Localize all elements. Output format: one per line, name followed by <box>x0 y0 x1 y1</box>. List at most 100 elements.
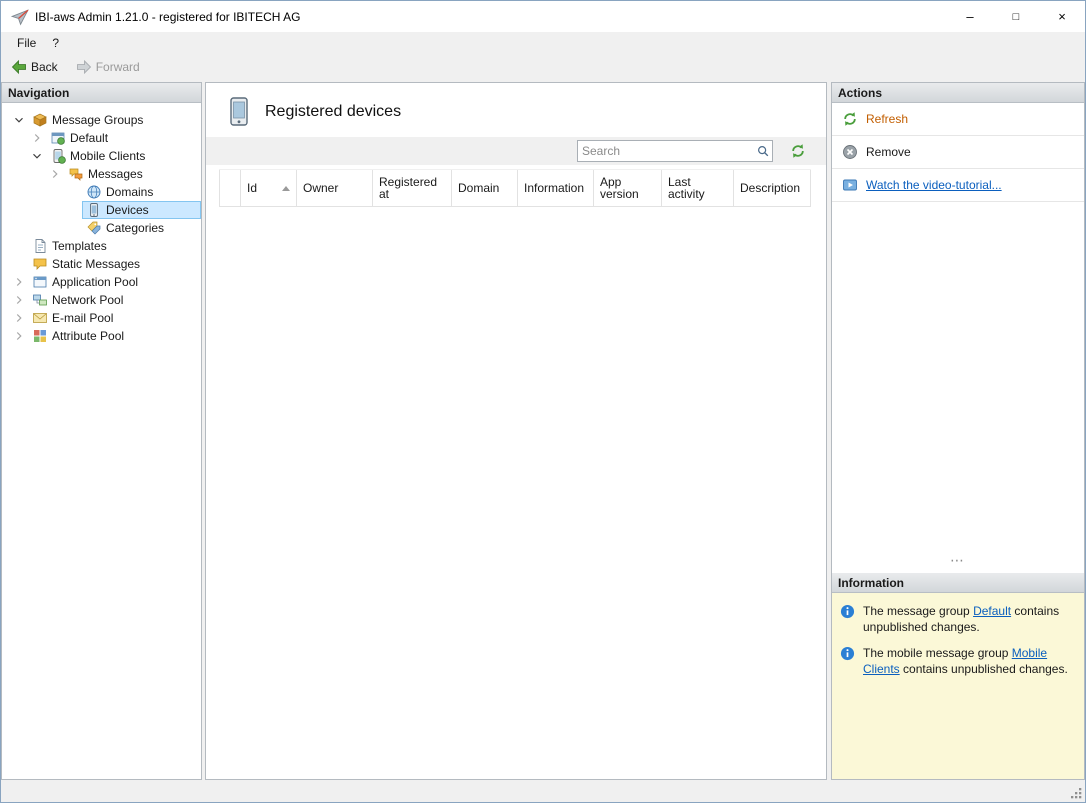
indicator-column-header[interactable] <box>219 170 241 206</box>
back-arrow-icon <box>11 59 27 75</box>
remove-icon <box>842 144 858 160</box>
maximize-button[interactable]: □ <box>993 1 1039 32</box>
search-icon[interactable] <box>754 143 772 159</box>
tree-item-message-groups[interactable]: Message Groups <box>2 111 201 129</box>
tree-item-label: Message Groups <box>52 113 143 127</box>
forward-button[interactable]: Forward <box>72 57 144 77</box>
sort-asc-icon <box>282 186 290 191</box>
chevron-collapsed-icon[interactable] <box>46 166 64 182</box>
chevron-collapsed-icon[interactable] <box>10 328 28 344</box>
action-watch-video-tutorial[interactable]: Watch the video-tutorial... <box>832 169 1084 202</box>
action-label: Refresh <box>866 112 908 126</box>
info-text-suffix: contains unpublished changes. <box>900 662 1068 676</box>
menu-help[interactable]: ? <box>44 34 67 52</box>
column-header-app-version[interactable]: App version <box>594 170 662 206</box>
app-icon <box>11 8 29 26</box>
column-header-description[interactable]: Description <box>734 170 811 206</box>
splitter-handle[interactable]: ⋯ <box>832 555 1084 571</box>
mobile-clients-icon <box>50 148 66 164</box>
info-icon <box>840 646 855 661</box>
tree-item-devices[interactable]: Devices <box>2 201 201 219</box>
menubar: File ? <box>1 32 1085 54</box>
tree-item-default[interactable]: Default <box>2 129 201 147</box>
info-link-default[interactable]: Default <box>973 604 1011 618</box>
search-box <box>577 140 773 162</box>
search-input[interactable] <box>578 144 754 158</box>
info-note: The message group Default contains unpub… <box>840 603 1076 635</box>
actions-header: Actions <box>832 83 1084 103</box>
tree-item-email-pool[interactable]: E-mail Pool <box>2 309 201 327</box>
tree-item-static-messages[interactable]: Static Messages <box>2 255 201 273</box>
close-button[interactable]: × <box>1039 1 1085 32</box>
chevron-none <box>64 184 82 200</box>
mobile-device-icon <box>227 97 251 127</box>
back-button[interactable]: Back <box>7 57 62 77</box>
info-text: The mobile message group Mobile Clients … <box>863 645 1075 677</box>
chevron-collapsed-icon[interactable] <box>10 292 28 308</box>
column-header-domain[interactable]: Domain <box>452 170 518 206</box>
tree-item-domains[interactable]: Domains <box>2 183 201 201</box>
info-icon <box>840 604 855 619</box>
column-header-last-activity[interactable]: Last activity <box>662 170 734 206</box>
tree-item-label: Categories <box>106 221 164 235</box>
column-label: App version <box>600 176 655 200</box>
chevron-none <box>64 202 82 218</box>
refresh-icon[interactable] <box>790 143 806 159</box>
column-label: Owner <box>303 182 338 194</box>
column-header-id[interactable]: Id <box>241 170 297 206</box>
domains-icon <box>86 184 102 200</box>
window-controls: – □ × <box>947 1 1085 32</box>
table-header: Id Owner Registered at Domain Informatio… <box>219 169 811 207</box>
tree-item-attribute-pool[interactable]: Attribute Pool <box>2 327 201 345</box>
column-header-registered-at[interactable]: Registered at <box>373 170 452 206</box>
column-label: Last activity <box>668 176 727 200</box>
statusbar <box>1 781 1085 802</box>
forward-arrow-icon <box>76 59 92 75</box>
column-header-information[interactable]: Information <box>518 170 594 206</box>
tree-item-label: Messages <box>88 167 143 181</box>
chevron-none <box>10 256 28 272</box>
application-pool-icon <box>32 274 48 290</box>
e-mail-pool-icon <box>32 310 48 326</box>
info-text-prefix: The message group <box>863 604 973 618</box>
chevron-collapsed-icon[interactable] <box>10 274 28 290</box>
column-header-owner[interactable]: Owner <box>297 170 373 206</box>
tree-item-messages[interactable]: Messages <box>2 165 201 183</box>
chevron-expanded-icon[interactable] <box>10 112 28 128</box>
tree-item-network-pool[interactable]: Network Pool <box>2 291 201 309</box>
tree-item-mobile-clients[interactable]: Mobile Clients <box>2 147 201 165</box>
tree-item-label: Application Pool <box>52 275 138 289</box>
chevron-none <box>64 220 82 236</box>
tree-item-templates[interactable]: Templates <box>2 237 201 255</box>
tree-item-application-pool[interactable]: Application Pool <box>2 273 201 291</box>
navigation-header: Navigation <box>2 83 201 103</box>
info-note: The mobile message group Mobile Clients … <box>840 645 1076 677</box>
templates-icon <box>32 238 48 254</box>
column-label: Information <box>524 182 584 194</box>
search-band <box>206 137 826 165</box>
navigation-panel: Navigation Message Groups Default Mobile… <box>1 82 202 780</box>
tree-item-categories[interactable]: Categories <box>2 219 201 237</box>
forward-label: Forward <box>96 60 140 74</box>
chevron-expanded-icon[interactable] <box>28 148 46 164</box>
window-title: IBI-aws Admin 1.21.0 - registered for IB… <box>35 10 300 24</box>
tree-item-label: Default <box>70 131 108 145</box>
info-text-prefix: The mobile message group <box>863 646 1012 660</box>
tree-item-label: Devices <box>106 203 149 217</box>
page-title: Registered devices <box>265 103 401 121</box>
menu-file[interactable]: File <box>9 34 44 52</box>
action-refresh[interactable]: Refresh <box>832 103 1084 136</box>
static-messages-icon <box>32 256 48 272</box>
action-remove[interactable]: Remove <box>832 136 1084 169</box>
tree-item-label: E-mail Pool <box>52 311 113 325</box>
resize-grip-icon[interactable] <box>1069 786 1083 800</box>
chevron-collapsed-icon[interactable] <box>10 310 28 326</box>
chevron-collapsed-icon[interactable] <box>28 130 46 146</box>
main-title-row: Registered devices <box>227 97 401 127</box>
main-panel: Registered devices Id Owner Registered a… <box>205 82 827 780</box>
action-label: Watch the video-tutorial... <box>866 178 1002 192</box>
toolbar: Back Forward <box>1 54 1085 80</box>
minimize-button[interactable]: – <box>947 1 993 32</box>
messages-icon <box>68 166 84 182</box>
back-label: Back <box>31 60 58 74</box>
